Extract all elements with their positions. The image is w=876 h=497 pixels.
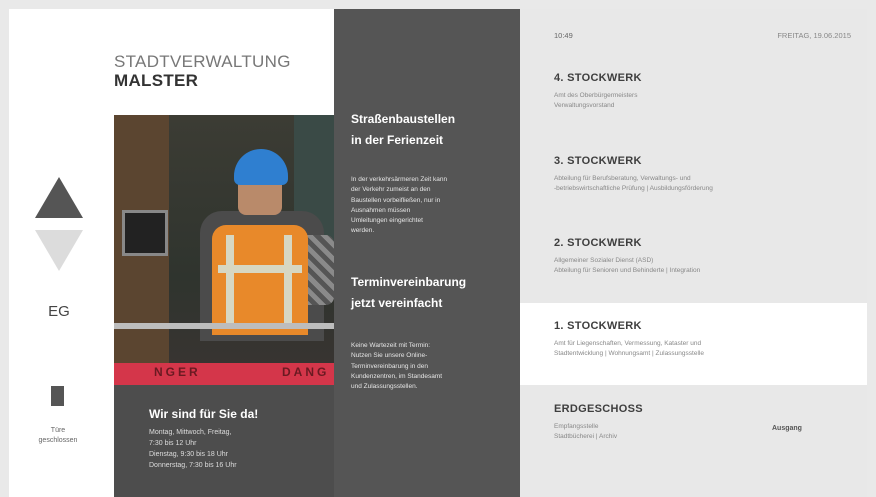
floor-description-line: Verwaltungsvorstand — [554, 102, 615, 109]
news-text-line: In der verkehrsärmeren Zeit kann — [351, 176, 448, 183]
door-status-line: geschlossen — [38, 437, 78, 444]
hard-hat-icon — [234, 149, 288, 185]
floor-title: 1. STOCKWERK — [554, 320, 642, 332]
news-text-line: und Zulassungsstellen. — [351, 383, 418, 391]
clock: 10:49 — [554, 31, 573, 40]
news-title-line: jetzt vereinfacht — [351, 296, 443, 310]
news-title: Straßenbaustellen in der Ferienzeit — [351, 109, 511, 151]
news-title-line: Terminvereinbarung — [351, 275, 467, 289]
floor-description-line: Amt für Liegenschaften, Vermessung, Kata… — [554, 340, 702, 347]
news-column: Straßenbaustellen in der Ferienzeit In d… — [334, 9, 520, 497]
floor-item-2[interactable]: 2. STOCKWERK Allgemeiner Sozialer Dienst… — [520, 237, 867, 303]
floor-title: 4. STOCKWERK — [554, 72, 642, 84]
door-status-line: Türe — [50, 427, 66, 434]
news-text-line: Keine Wartezeit mit Termin: — [351, 342, 431, 349]
floor-item-eg[interactable]: ERDGESCHOSS Empfangsstelle Stadtbücherei… — [520, 403, 867, 483]
floor-description-line: Stadtbücherei | Archiv — [554, 433, 618, 440]
page-subtitle: MALSTER — [114, 71, 199, 90]
floor-item-3[interactable]: 3. STOCKWERK Abteilung für Berufsberatun… — [520, 155, 867, 235]
opening-hours-line: Dienstag, 9:30 bis 18 Uhr — [149, 451, 228, 458]
construction-worker-photo: NGER DANG — [114, 115, 334, 385]
floor-description: Amt für Liegenschaften, Vermessung, Kata… — [554, 339, 844, 359]
kiosk-screen: EG Türe geschlossen STADTVERWALTUNG MALS… — [9, 9, 867, 497]
floor-title: 3. STOCKWERK — [554, 155, 642, 167]
news-title-line: in der Ferienzeit — [351, 133, 444, 147]
news-text: In der verkehrsärmeren Zeit kann der Ver… — [351, 175, 511, 237]
page-title: STADTVERWALTUNG — [114, 52, 291, 71]
floor-description: Amt des Oberbürgermeisters Verwaltungsvo… — [554, 91, 844, 111]
floor-title: 2. STOCKWERK — [554, 237, 642, 249]
floor-item-1[interactable]: 1. STOCKWERK Amt für Liegenschaften, Ver… — [520, 303, 867, 385]
photo-sign-text: DANG — [282, 365, 330, 379]
news-text: Keine Wartezeit mit Termin: Nutzen Sie u… — [351, 341, 511, 392]
floor-description-line: Allgemeiner Sozialer Dienst (ASD) — [554, 257, 654, 264]
door-status: Türe geschlossen — [21, 426, 95, 446]
floor-description-line: Amt des Oberbürgermeisters — [554, 92, 638, 99]
floor-description-line: Abteilung für Berufsberatung, Verwaltung… — [554, 175, 691, 182]
floor-description-line: -betriebswirtschaftliche Prüfung | Ausbi… — [554, 185, 713, 192]
floor-up-arrow-icon[interactable] — [35, 177, 83, 218]
date: FREITAG, 19.06.2015 — [777, 31, 851, 40]
floor-title: ERDGESCHOSS — [554, 403, 643, 415]
news-title-line: Straßenbaustellen — [351, 112, 456, 126]
floor-description: Abteilung für Berufsberatung, Verwaltung… — [554, 174, 844, 194]
floor-description: Allgemeiner Sozialer Dienst (ASD) Abteil… — [554, 256, 844, 276]
opening-hours-line: 7:30 bis 12 Uhr — [149, 440, 197, 447]
floor-description-line: Stadtentwicklung | Wohnungsamt | Zulassu… — [554, 350, 704, 357]
opening-hours-box: Wir sind für Sie da! Montag, Mittwoch, F… — [114, 385, 334, 497]
news-text-line: der Verkehr zumeist an den — [351, 186, 431, 194]
exit-label: Ausgang — [772, 425, 802, 432]
floor-directory: 10:49 FREITAG, 19.06.2015 4. STOCKWERK A… — [520, 9, 867, 497]
photo-sign-text: NGER — [154, 365, 201, 379]
news-text-line: Umleitungen eingerichtet — [351, 217, 423, 225]
news-text-line: werden. — [351, 227, 375, 235]
news-text-line: Ausnahmen müssen — [351, 206, 411, 214]
floor-down-arrow-icon[interactable] — [35, 230, 83, 271]
floor-description-line: Abteilung für Senioren und Behinderte | … — [554, 267, 701, 274]
opening-hours-title: Wir sind für Sie da! — [149, 407, 259, 421]
news-text-line: Kundenzentren, im Standesamt — [351, 372, 443, 380]
news-text-line: Baustellen vorbeifließen, nur in — [351, 196, 441, 204]
door-icon — [51, 386, 64, 406]
floor-item-4[interactable]: 4. STOCKWERK Amt des Oberbürgermeisters … — [520, 72, 867, 152]
opening-hours-line: Montag, Mittwoch, Freitag, — [149, 429, 232, 436]
news-text-line: Nutzen Sie unsere Online- — [351, 352, 428, 360]
news-text-line: Terminvereinbarung in den — [351, 362, 428, 370]
opening-hours-line: Donnerstag, 7:30 bis 16 Uhr — [149, 462, 237, 469]
news-title: Terminvereinbarung jetzt vereinfacht — [351, 272, 511, 314]
current-floor-indicator: EG — [48, 303, 70, 320]
